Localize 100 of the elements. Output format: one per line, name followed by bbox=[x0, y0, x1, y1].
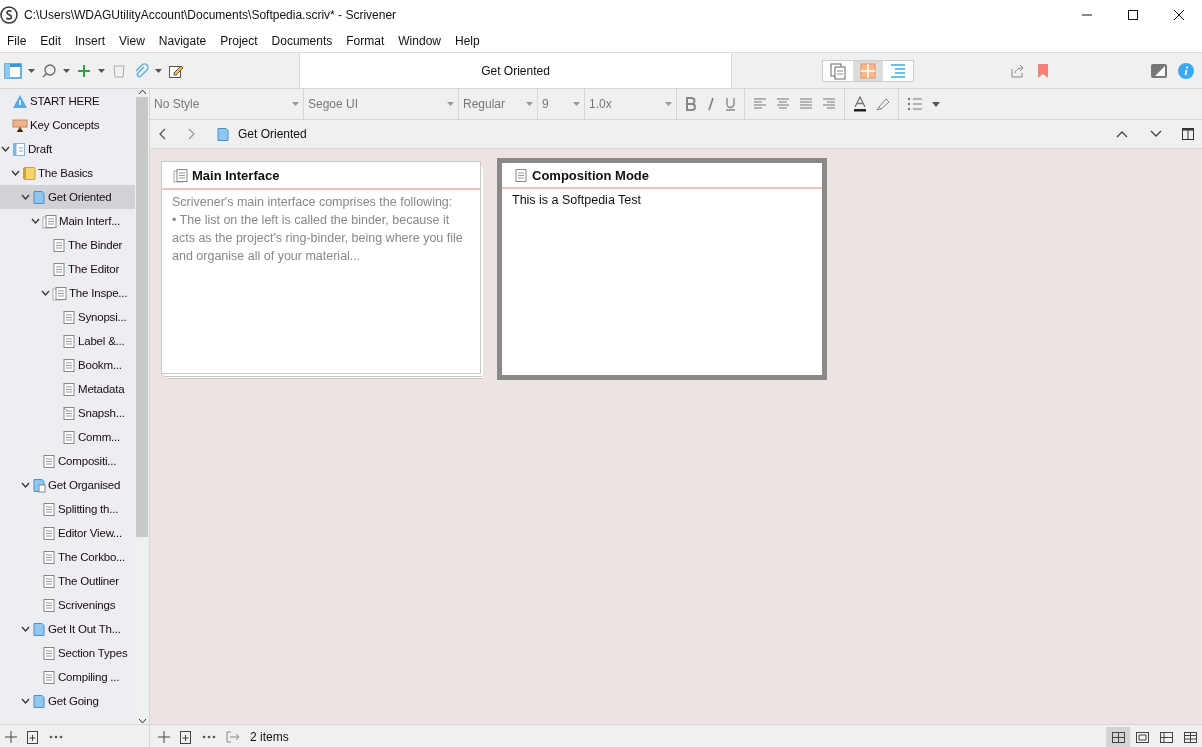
expanded-caret-icon[interactable] bbox=[20, 698, 30, 704]
italic-icon[interactable] bbox=[705, 97, 716, 111]
document-icon bbox=[62, 429, 76, 445]
size-dropdown[interactable]: 9 bbox=[538, 89, 585, 119]
dropdown-caret-icon[interactable] bbox=[155, 68, 162, 73]
dropdown-caret-icon[interactable] bbox=[98, 68, 105, 73]
binder-item[interactable]: The Outliner bbox=[0, 569, 135, 593]
highlighter-icon[interactable] bbox=[876, 97, 890, 111]
binder-item[interactable]: The Binder bbox=[0, 233, 135, 257]
expanded-caret-icon[interactable] bbox=[40, 290, 50, 296]
weight-dropdown[interactable]: Regular bbox=[459, 89, 538, 119]
document-icon bbox=[62, 309, 76, 325]
document-icon bbox=[62, 405, 76, 421]
search-icon[interactable] bbox=[41, 62, 57, 79]
previous-icon[interactable] bbox=[1116, 130, 1128, 138]
binder-item[interactable]: The Inspe... bbox=[0, 281, 135, 305]
back-icon[interactable] bbox=[158, 128, 166, 140]
card-synopsis: Scrivener's main interface comprises the following: • The list on the left is called the binder, because it acts as the project's ring-binder, being where you file and organise all of your material... bbox=[171, 194, 464, 265]
binder-item[interactable]: The Corkbo... bbox=[0, 545, 135, 569]
binder-item[interactable]: Key Concepts bbox=[0, 113, 135, 137]
spacing-dropdown[interactable]: 1.0x bbox=[585, 89, 677, 119]
binder-item[interactable]: Compositi... bbox=[0, 449, 135, 473]
close-icon[interactable] bbox=[1173, 9, 1185, 21]
document-icon bbox=[32, 477, 46, 493]
binder-item[interactable]: Metadata bbox=[0, 377, 135, 401]
bold-icon[interactable] bbox=[685, 97, 696, 111]
draft-icon bbox=[12, 141, 26, 157]
index-card[interactable]: Composition Mode This is a Softpedia Test bbox=[497, 158, 827, 380]
binder-item[interactable]: The Editor bbox=[0, 257, 135, 281]
expanded-caret-icon[interactable] bbox=[0, 146, 10, 152]
expanded-caret-icon[interactable] bbox=[20, 626, 30, 632]
binder-item[interactable]: Compiling ... bbox=[0, 665, 135, 689]
menu-item[interactable]: Documents bbox=[264, 34, 340, 48]
document-icon bbox=[42, 501, 56, 517]
binder-item[interactable]: Editor View... bbox=[0, 521, 135, 545]
grid-icon bbox=[1111, 731, 1125, 743]
document-icon bbox=[514, 167, 528, 183]
menu-item[interactable]: File bbox=[0, 34, 34, 48]
style-dropdown[interactable]: No Style bbox=[150, 89, 304, 119]
binder-item[interactable]: Draft bbox=[0, 137, 135, 161]
paperclip-icon[interactable] bbox=[133, 62, 149, 79]
binder-item[interactable]: Section Types bbox=[0, 641, 135, 665]
binder-item[interactable]: Get Oriented bbox=[0, 185, 135, 209]
bullet-list-icon[interactable] bbox=[907, 97, 923, 111]
menu-item[interactable]: Project bbox=[213, 34, 265, 48]
documents-icon bbox=[42, 213, 57, 229]
menu-item[interactable]: Help bbox=[448, 34, 487, 48]
binder-item[interactable]: Synopsi... bbox=[0, 305, 135, 329]
maximize-icon[interactable] bbox=[1127, 9, 1139, 21]
view-option-button[interactable] bbox=[1106, 727, 1130, 747]
compose-icon[interactable] bbox=[1151, 62, 1167, 79]
add-icon[interactable] bbox=[158, 731, 170, 743]
document-icon bbox=[32, 189, 46, 205]
binder-item[interactable]: Comm... bbox=[0, 425, 135, 449]
expanded-caret-icon[interactable] bbox=[30, 218, 40, 224]
easel-icon bbox=[12, 117, 28, 133]
documents-icon[interactable] bbox=[829, 61, 847, 80]
font-dropdown[interactable]: Segoe UI bbox=[304, 89, 459, 119]
menu-item[interactable]: Window bbox=[391, 34, 448, 48]
binder-item[interactable]: START HERE bbox=[0, 89, 135, 113]
scroll-down-icon[interactable] bbox=[137, 718, 147, 724]
expanded-caret-icon[interactable] bbox=[20, 194, 30, 200]
binder-icon bbox=[22, 165, 36, 181]
split-view-icon[interactable] bbox=[1182, 128, 1194, 140]
dropdown-caret-icon[interactable] bbox=[63, 68, 70, 73]
binder-item[interactable]: Scrivenings bbox=[0, 593, 135, 617]
dropdown-caret-icon bbox=[665, 102, 672, 106]
document-icon bbox=[42, 597, 56, 613]
layout-icon[interactable] bbox=[4, 62, 22, 79]
menu-item[interactable]: Insert bbox=[68, 34, 113, 48]
next-icon[interactable] bbox=[1150, 130, 1162, 138]
more-icon[interactable] bbox=[202, 735, 216, 739]
share-icon[interactable] bbox=[1009, 62, 1025, 79]
more-icon[interactable] bbox=[49, 735, 63, 739]
menu-item[interactable]: Navigate bbox=[151, 34, 214, 48]
dropdown-caret-icon[interactable] bbox=[28, 68, 35, 73]
binder-item[interactable]: The Basics bbox=[0, 161, 135, 185]
scroll-up-icon[interactable] bbox=[137, 89, 147, 95]
underline-icon[interactable] bbox=[725, 97, 736, 111]
expanded-caret-icon[interactable] bbox=[10, 170, 20, 176]
binder-item[interactable]: Label &... bbox=[0, 329, 135, 353]
export-icon[interactable] bbox=[226, 731, 240, 743]
dropdown-caret-icon[interactable] bbox=[932, 101, 940, 107]
binder-item[interactable]: Get It Out Th... bbox=[0, 617, 135, 641]
binder-item[interactable]: Snapsh... bbox=[0, 401, 135, 425]
text-color-icon[interactable] bbox=[853, 96, 867, 112]
menu-item[interactable]: Edit bbox=[33, 34, 69, 48]
scrollbar-thumb[interactable] bbox=[136, 97, 148, 537]
document-icon bbox=[62, 357, 76, 373]
document-icon bbox=[62, 333, 76, 349]
expanded-caret-icon[interactable] bbox=[20, 482, 30, 488]
menu-item[interactable]: Format bbox=[339, 34, 392, 48]
add-icon[interactable] bbox=[76, 62, 92, 79]
binder-item[interactable]: Get Organised bbox=[0, 473, 135, 497]
add-icon[interactable] bbox=[5, 731, 17, 743]
binder-item[interactable]: Bookm... bbox=[0, 353, 135, 377]
binder-item[interactable]: Get Going bbox=[0, 689, 135, 713]
binder-item[interactable]: Splitting th... bbox=[0, 497, 135, 521]
menu-item[interactable]: View bbox=[112, 34, 152, 48]
binder-item[interactable]: Main Interf... bbox=[0, 209, 135, 233]
